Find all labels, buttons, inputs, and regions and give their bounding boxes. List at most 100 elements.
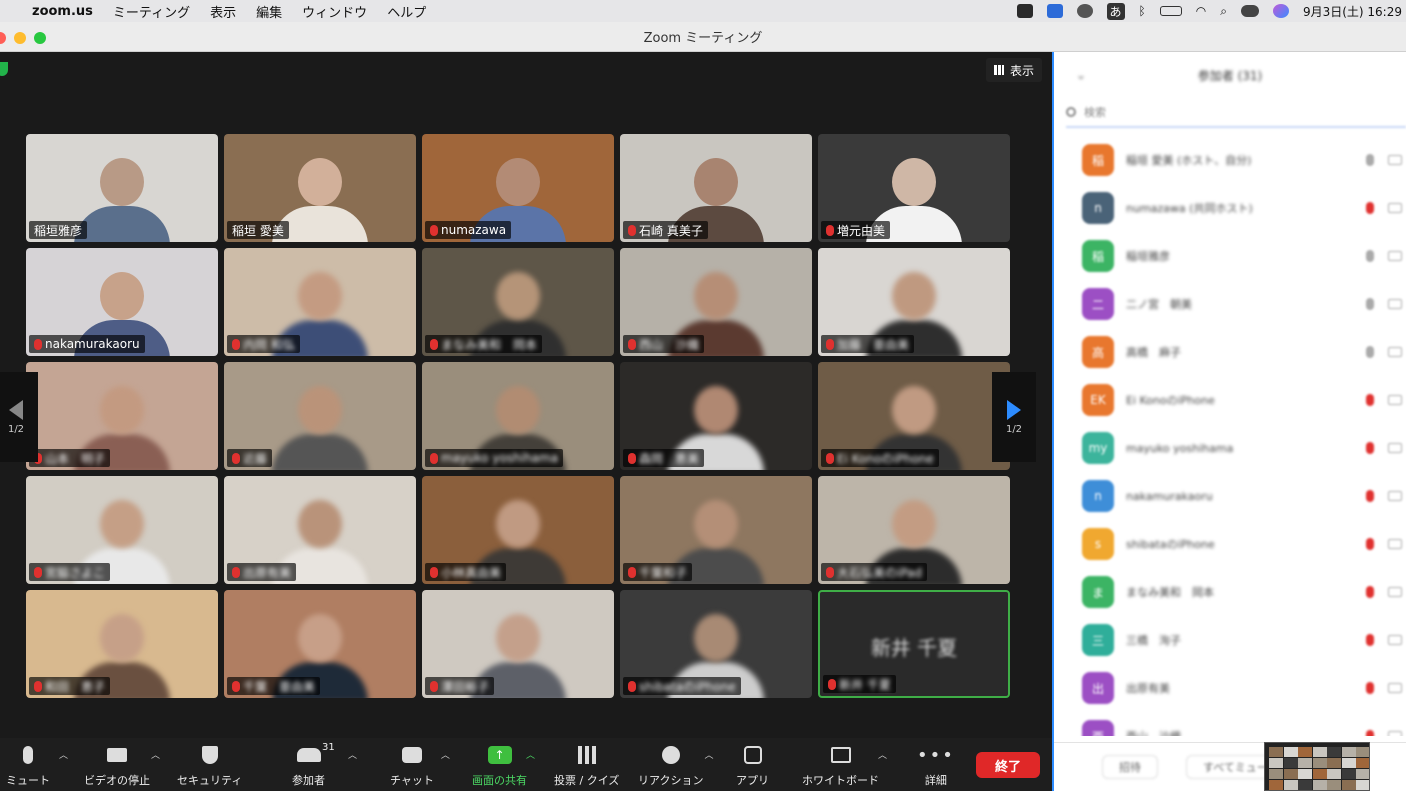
menu-meeting[interactable]: ミーティング xyxy=(103,2,200,21)
participant-row[interactable]: 稲稲垣雅彦 xyxy=(1054,232,1406,280)
mic-status-icon[interactable] xyxy=(1366,586,1374,598)
video-status-icon[interactable] xyxy=(1388,299,1402,309)
whiteboard-button[interactable]: ホワイトボード ︿ xyxy=(802,744,887,788)
end-meeting-button[interactable]: 終了 xyxy=(976,752,1040,778)
mute-button[interactable]: ミュート ︿ xyxy=(6,744,68,788)
security-button[interactable]: セキュリティ xyxy=(177,744,242,788)
previous-page-button[interactable]: 1/2 xyxy=(0,372,38,462)
video-tile[interactable]: 小林真由美 xyxy=(422,476,614,584)
video-tile[interactable]: 宮脇さよこ xyxy=(26,476,218,584)
self-view-thumbnail[interactable] xyxy=(1264,742,1370,791)
encryption-shield-icon[interactable] xyxy=(0,62,8,76)
zoom-window-icon[interactable] xyxy=(34,32,46,44)
chat-options-chevron-icon[interactable]: ︿ xyxy=(441,748,450,761)
participant-row[interactable]: 出出原有美 xyxy=(1054,664,1406,712)
video-tile[interactable]: nakamurakaoru xyxy=(26,248,218,356)
bluetooth-icon[interactable]: ᛒ xyxy=(1139,4,1146,18)
dropbox-icon[interactable] xyxy=(1046,4,1063,18)
video-tile[interactable]: 増元由美 xyxy=(818,134,1010,242)
spotlight-icon[interactable]: ⌕ xyxy=(1220,4,1227,19)
reactions-options-chevron-icon[interactable]: ︿ xyxy=(704,748,713,761)
apps-button[interactable]: アプリ xyxy=(736,744,769,788)
battery-icon[interactable] xyxy=(1159,6,1182,16)
mic-status-icon[interactable] xyxy=(1366,634,1374,646)
video-status-icon[interactable] xyxy=(1388,251,1402,261)
audio-options-chevron-icon[interactable]: ︿ xyxy=(59,748,68,761)
participant-row[interactable]: n nakamurakaoru xyxy=(1054,472,1406,520)
control-center-icon[interactable] xyxy=(1240,5,1259,17)
participant-row[interactable]: n numazawa (共同ホスト) xyxy=(1054,184,1406,232)
video-tile[interactable]: 千葉 亜由美 xyxy=(224,590,416,698)
mic-status-icon[interactable] xyxy=(1366,490,1374,502)
menu-app-zoom[interactable]: zoom.us xyxy=(30,4,103,19)
video-status-icon[interactable] xyxy=(1388,731,1402,736)
close-window-icon[interactable] xyxy=(0,32,6,44)
view-button[interactable]: 表示 xyxy=(986,58,1043,82)
video-status-icon[interactable] xyxy=(1388,203,1402,213)
participant-row[interactable]: 西西山 沙織 xyxy=(1054,712,1406,736)
video-status-icon[interactable] xyxy=(1388,155,1402,165)
menu-help[interactable]: ヘルプ xyxy=(377,2,436,21)
mic-status-icon[interactable] xyxy=(1366,346,1374,358)
mic-status-icon[interactable] xyxy=(1366,538,1374,550)
video-tile[interactable]: numazawa xyxy=(422,134,614,242)
participant-row[interactable]: s shibataのiPhone xyxy=(1054,520,1406,568)
mic-status-icon[interactable] xyxy=(1366,394,1374,406)
share-options-chevron-icon[interactable]: ︿ xyxy=(526,748,535,761)
video-status-icon[interactable] xyxy=(1388,395,1402,405)
mic-status-icon[interactable] xyxy=(1366,682,1374,694)
participant-row[interactable]: 高高橋 麻子 xyxy=(1054,328,1406,376)
video-tile[interactable]: 森岡 恵美 xyxy=(620,362,812,470)
panel-collapse-chevron-icon[interactable]: ⌄ xyxy=(1076,68,1086,82)
video-status-icon[interactable] xyxy=(1388,587,1402,597)
mic-status-icon[interactable] xyxy=(1366,730,1374,736)
invite-button[interactable]: 招待 xyxy=(1102,755,1158,779)
video-tile[interactable]: 稲垣 愛美 xyxy=(224,134,416,242)
participant-row[interactable]: EK Ei KonoのiPhone xyxy=(1054,376,1406,424)
menu-window[interactable]: ウィンドウ xyxy=(292,2,377,21)
input-method-icon[interactable]: あ xyxy=(1106,2,1125,20)
video-tile[interactable]: 近藤 xyxy=(224,362,416,470)
video-tile[interactable]: まなみ美和 岡本 xyxy=(422,248,614,356)
share-screen-button[interactable]: ↑ 画面の共有 ︿ xyxy=(472,744,535,788)
video-tile[interactable]: shibataのiPhone xyxy=(620,590,812,698)
video-status-icon[interactable] xyxy=(1388,347,1402,357)
video-status-icon[interactable] xyxy=(1016,4,1033,18)
video-tile[interactable]: 和田 恵子 xyxy=(26,590,218,698)
video-tile[interactable]: 稲垣雅彦 xyxy=(26,134,218,242)
mic-status-icon[interactable] xyxy=(1366,154,1374,166)
video-tile[interactable]: 大石弘美のiPad xyxy=(818,476,1010,584)
participant-row[interactable]: my mayuko yoshihama xyxy=(1054,424,1406,472)
video-tile[interactable]: 山本 明子 xyxy=(26,362,218,470)
video-tile[interactable]: Ei KonoのiPhone xyxy=(818,362,1010,470)
next-page-button[interactable]: 1/2 xyxy=(992,372,1036,462)
mic-status-icon[interactable] xyxy=(1366,250,1374,262)
participant-row[interactable]: 稲稲垣 愛美 (ホスト、自分) xyxy=(1054,136,1406,184)
mic-status-icon[interactable] xyxy=(1366,202,1374,214)
chat-button[interactable]: チャット ︿ xyxy=(390,744,450,788)
video-tile[interactable]: 石崎 真美子 xyxy=(620,134,812,242)
wifi-icon[interactable]: ◠ xyxy=(1196,4,1206,18)
participants-button[interactable]: 31 参加者 ︿ xyxy=(292,742,357,788)
creative-cloud-icon[interactable] xyxy=(1076,4,1093,18)
stop-video-button[interactable]: ビデオの停止 ︿ xyxy=(84,744,160,788)
more-button[interactable]: ••• 詳細 xyxy=(917,744,955,788)
reactions-button[interactable]: リアクション ︿ xyxy=(638,744,713,788)
participant-row[interactable]: 二二ノ宮 朝美 xyxy=(1054,280,1406,328)
mic-status-icon[interactable] xyxy=(1366,298,1374,310)
video-tile[interactable]: mayuko yoshihama xyxy=(422,362,614,470)
participant-search-input[interactable]: 検索 xyxy=(1066,98,1406,128)
video-status-icon[interactable] xyxy=(1388,443,1402,453)
video-tile[interactable]: 内岡 和弘 xyxy=(224,248,416,356)
video-tile[interactable]: 加藤 亜由美 xyxy=(818,248,1010,356)
video-status-icon[interactable] xyxy=(1388,683,1402,693)
menubar-clock[interactable]: 9月3日(土) 16:29 xyxy=(1303,3,1402,20)
video-status-icon[interactable] xyxy=(1388,635,1402,645)
video-tile[interactable]: 新井 千夏 新井 千夏 xyxy=(818,590,1010,698)
participant-row[interactable]: ままなみ美和 岡本 xyxy=(1054,568,1406,616)
video-status-icon[interactable] xyxy=(1388,539,1402,549)
video-status-icon[interactable] xyxy=(1388,491,1402,501)
video-tile[interactable]: 千葉和子 xyxy=(620,476,812,584)
video-tile[interactable]: 出原有美 xyxy=(224,476,416,584)
video-tile[interactable]: 西山 沙織 xyxy=(620,248,812,356)
